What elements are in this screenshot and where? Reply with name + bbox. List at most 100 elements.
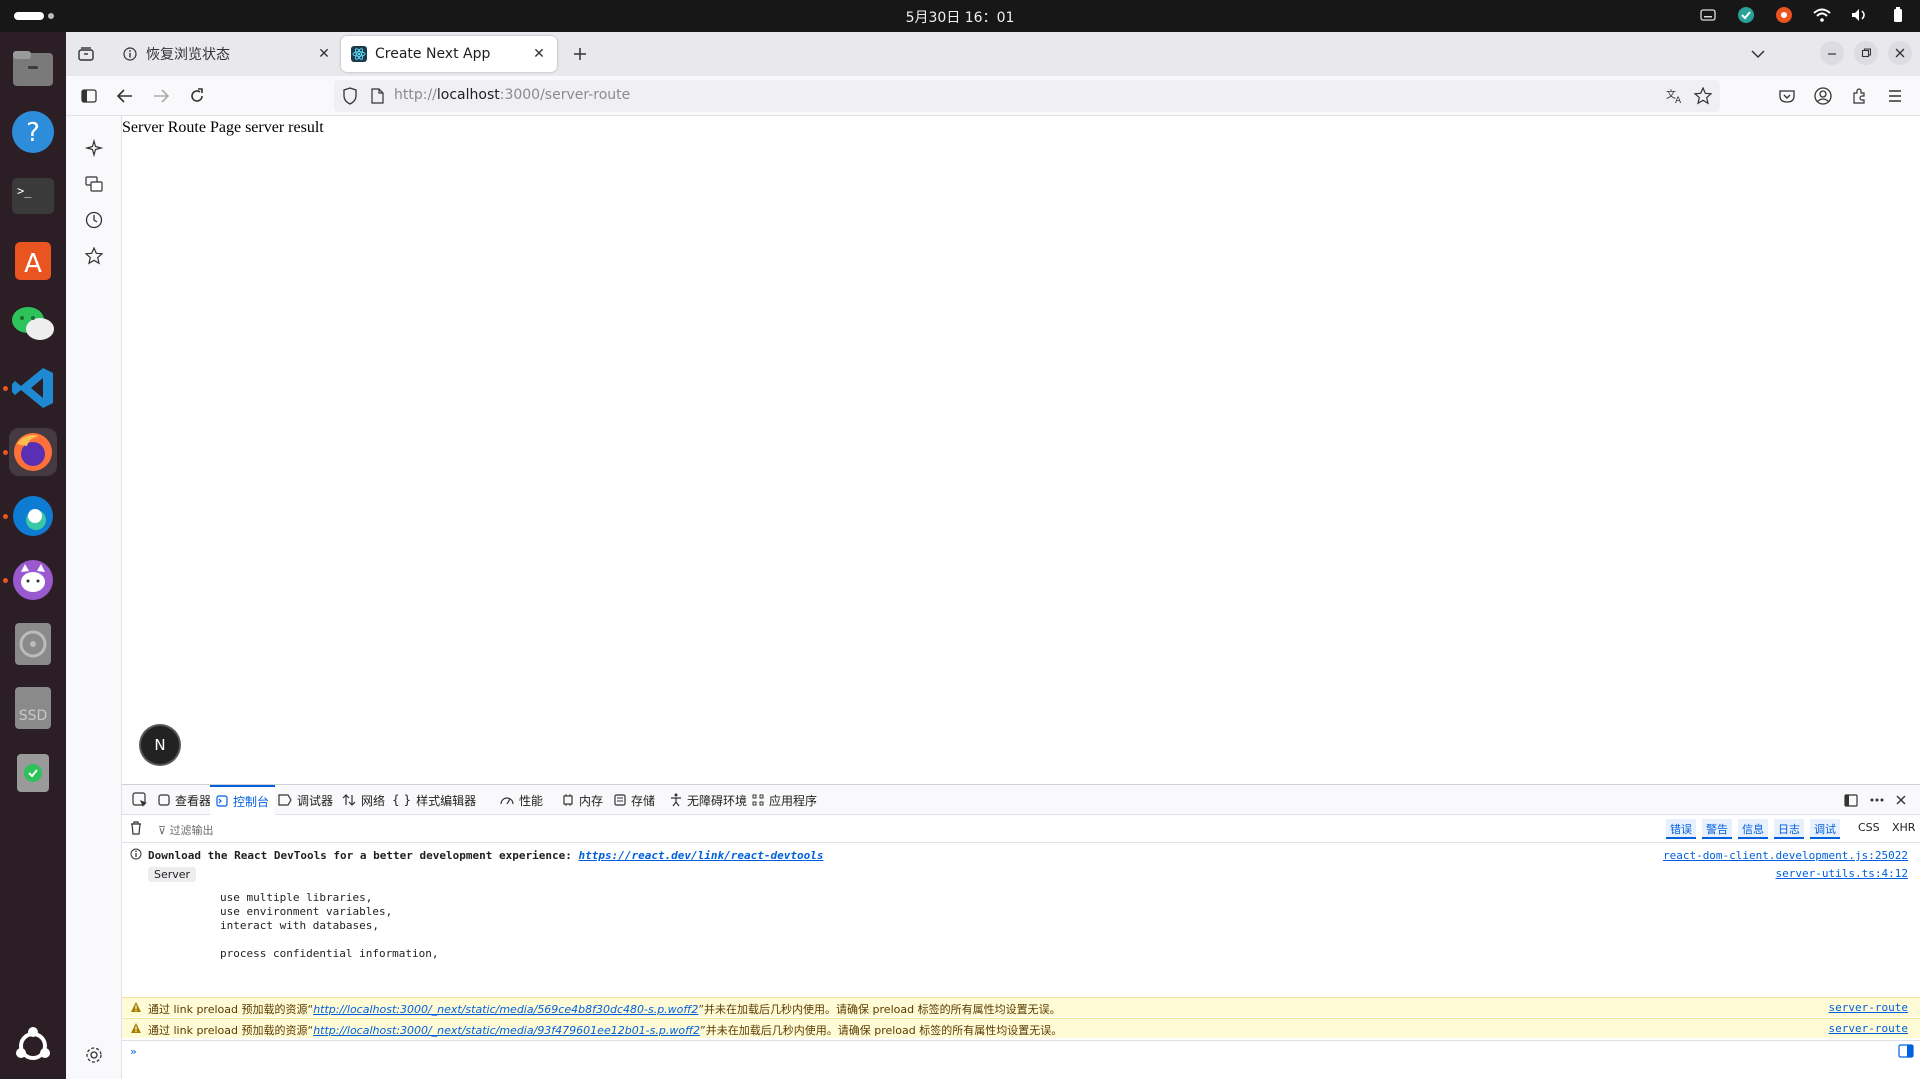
app-indicator-icon[interactable] [1736, 5, 1756, 25]
power-icon[interactable] [1888, 5, 1908, 25]
tab-performance[interactable]: 性能 [494, 785, 549, 815]
more-options-icon[interactable] [1864, 785, 1890, 815]
edge-app-icon[interactable] [9, 492, 57, 540]
help-app-icon[interactable]: ? [9, 108, 57, 156]
app-center-icon[interactable]: A [9, 236, 57, 284]
list-all-tabs-icon[interactable] [1744, 40, 1772, 68]
console-info-message: Download the React DevTools for a better… [122, 847, 1920, 865]
filter-input[interactable]: ⊽ 过滤输出 [158, 822, 214, 838]
filter-errors-toggle[interactable]: 错误 [1666, 819, 1696, 839]
system-clock[interactable]: 5月30日 16：01 [0, 7, 1920, 27]
storage-icon [614, 794, 626, 806]
bookmarks-icon[interactable] [82, 244, 106, 268]
terminal-app-icon[interactable]: >_ [9, 172, 57, 220]
page-info-icon[interactable] [370, 88, 384, 108]
svg-text:A: A [1675, 96, 1682, 104]
url-text[interactable]: http://localhost:3000/server-route [394, 87, 630, 103]
filter-xhr-toggle[interactable]: XHR [1888, 819, 1919, 839]
devtools-tabbar: 查看器 控制台 调试器 网络 { } 样式编辑器 性能 内存 存储 无障碍环境 … [122, 785, 1920, 815]
translate-icon[interactable]: 文A [1666, 88, 1684, 108]
message-source-link[interactable]: react-dom-client.development.js:25022 [1663, 849, 1908, 862]
ssd-drive-icon[interactable]: SSD [9, 684, 57, 732]
url-bar[interactable]: http://localhost:3000/server-route 文A [334, 80, 1720, 112]
customize-sidebar-gear-icon[interactable] [82, 1043, 106, 1067]
tab-memory[interactable]: 内存 [556, 785, 609, 815]
application-grid-icon [752, 794, 764, 806]
ai-chatbot-icon[interactable] [82, 136, 106, 160]
wechat-app-icon[interactable] [9, 300, 57, 348]
filter-css-toggle[interactable]: CSS [1854, 819, 1884, 839]
filter-logs-toggle[interactable]: 日志 [1774, 819, 1804, 839]
disk-utility-icon[interactable] [9, 620, 57, 668]
close-devtools-icon[interactable] [1890, 785, 1912, 815]
performance-icon [500, 797, 514, 805]
tab-accessibility[interactable]: 无障碍环境 [664, 785, 753, 815]
clear-console-trash-icon[interactable] [130, 821, 142, 839]
editor-mode-toggle-icon[interactable] [1898, 1044, 1914, 1061]
cat-app-icon[interactable] [9, 556, 57, 604]
network-icon [342, 794, 356, 806]
react-devtools-link[interactable]: https://react.dev/link/react-devtools [578, 849, 823, 862]
close-window-button[interactable] [1888, 41, 1912, 65]
tracking-protection-shield-icon[interactable] [342, 87, 358, 109]
volume-icon[interactable] [1850, 5, 1870, 25]
firefox-sidebar [66, 116, 122, 1079]
new-tab-button[interactable] [566, 40, 594, 68]
show-apps-icon[interactable] [9, 1022, 57, 1070]
filter-info-toggle[interactable]: 信息 [1738, 819, 1768, 839]
inspector-icon [158, 794, 170, 806]
firefox-app-icon[interactable] [9, 428, 57, 476]
tab-storage[interactable]: 存储 [608, 785, 661, 815]
preload-resource-link[interactable]: http://localhost:3000/_next/static/media… [313, 1003, 698, 1016]
dock-side-icon[interactable] [1838, 785, 1864, 815]
navigation-toolbar: http://localhost:3000/server-route 文A [66, 76, 1920, 116]
firefox-view-icon[interactable] [72, 40, 100, 68]
tab-restore-session[interactable]: 恢复浏览状态 ✕ [112, 36, 342, 72]
files-app-icon[interactable] [9, 44, 57, 92]
next-dev-tools-badge[interactable]: N [141, 726, 179, 764]
tab-create-next-app[interactable]: Create Next App ✕ [341, 36, 557, 72]
account-icon[interactable] [1809, 82, 1837, 110]
sidebar-toggle-icon[interactable] [75, 82, 103, 110]
svg-text:?: ? [26, 118, 40, 148]
tab-label: 恢复浏览状态 [146, 47, 230, 63]
element-picker-icon[interactable] [126, 785, 154, 815]
filter-debug-toggle[interactable]: 调试 [1810, 819, 1840, 839]
filter-warnings-toggle[interactable]: 警告 [1702, 819, 1732, 839]
accessibility-icon [671, 793, 681, 807]
tab-network[interactable]: 网络 [336, 785, 391, 815]
system-top-bar: 5月30日 16：01 [0, 0, 1920, 32]
message-source-link[interactable]: server-route [1829, 1022, 1908, 1035]
vscode-app-icon[interactable] [9, 364, 57, 412]
close-tab-icon[interactable]: ✕ [314, 44, 334, 64]
devtools-panel: 查看器 控制台 调试器 网络 { } 样式编辑器 性能 内存 存储 无障碍环境 … [122, 784, 1920, 1079]
tab-style-editor[interactable]: { } 样式编辑器 [386, 785, 482, 815]
history-icon[interactable] [82, 208, 106, 232]
tab-application[interactable]: 应用程序 [746, 785, 823, 815]
console-warning-message: 通过 link preload 预加载的资源“http://localhost:… [122, 997, 1920, 1017]
app-menu-icon[interactable] [1881, 82, 1909, 110]
synced-tabs-icon[interactable] [82, 172, 106, 196]
bookmark-star-icon[interactable] [1693, 86, 1713, 109]
app-indicator-2-icon[interactable] [1774, 5, 1794, 25]
console-input[interactable]: » [122, 1040, 1920, 1060]
restore-button[interactable] [1854, 41, 1878, 65]
tab-console[interactable]: 控制台 [210, 785, 276, 815]
page-body-text: Server Route Page server result [122, 119, 324, 136]
pocket-icon[interactable] [1773, 82, 1801, 110]
preload-resource-link[interactable]: http://localhost:3000/_next/static/media… [313, 1024, 700, 1037]
trash-icon[interactable] [9, 748, 57, 796]
message-source-link[interactable]: server-utils.ts:4:12 [1776, 867, 1908, 880]
wifi-icon[interactable] [1812, 5, 1832, 25]
keyboard-icon[interactable] [1698, 5, 1718, 25]
tab-debugger[interactable]: 调试器 [272, 785, 339, 815]
extensions-icon[interactable] [1845, 82, 1873, 110]
minimize-button[interactable] [1820, 41, 1844, 65]
back-button[interactable] [111, 82, 139, 110]
close-tab-icon[interactable]: ✕ [529, 44, 549, 64]
reload-button[interactable] [183, 82, 211, 110]
tab-inspector[interactable]: 查看器 [152, 785, 217, 815]
message-source-link[interactable]: server-route [1829, 1001, 1908, 1014]
system-tray[interactable] [1698, 5, 1908, 25]
forward-button[interactable] [147, 82, 175, 110]
